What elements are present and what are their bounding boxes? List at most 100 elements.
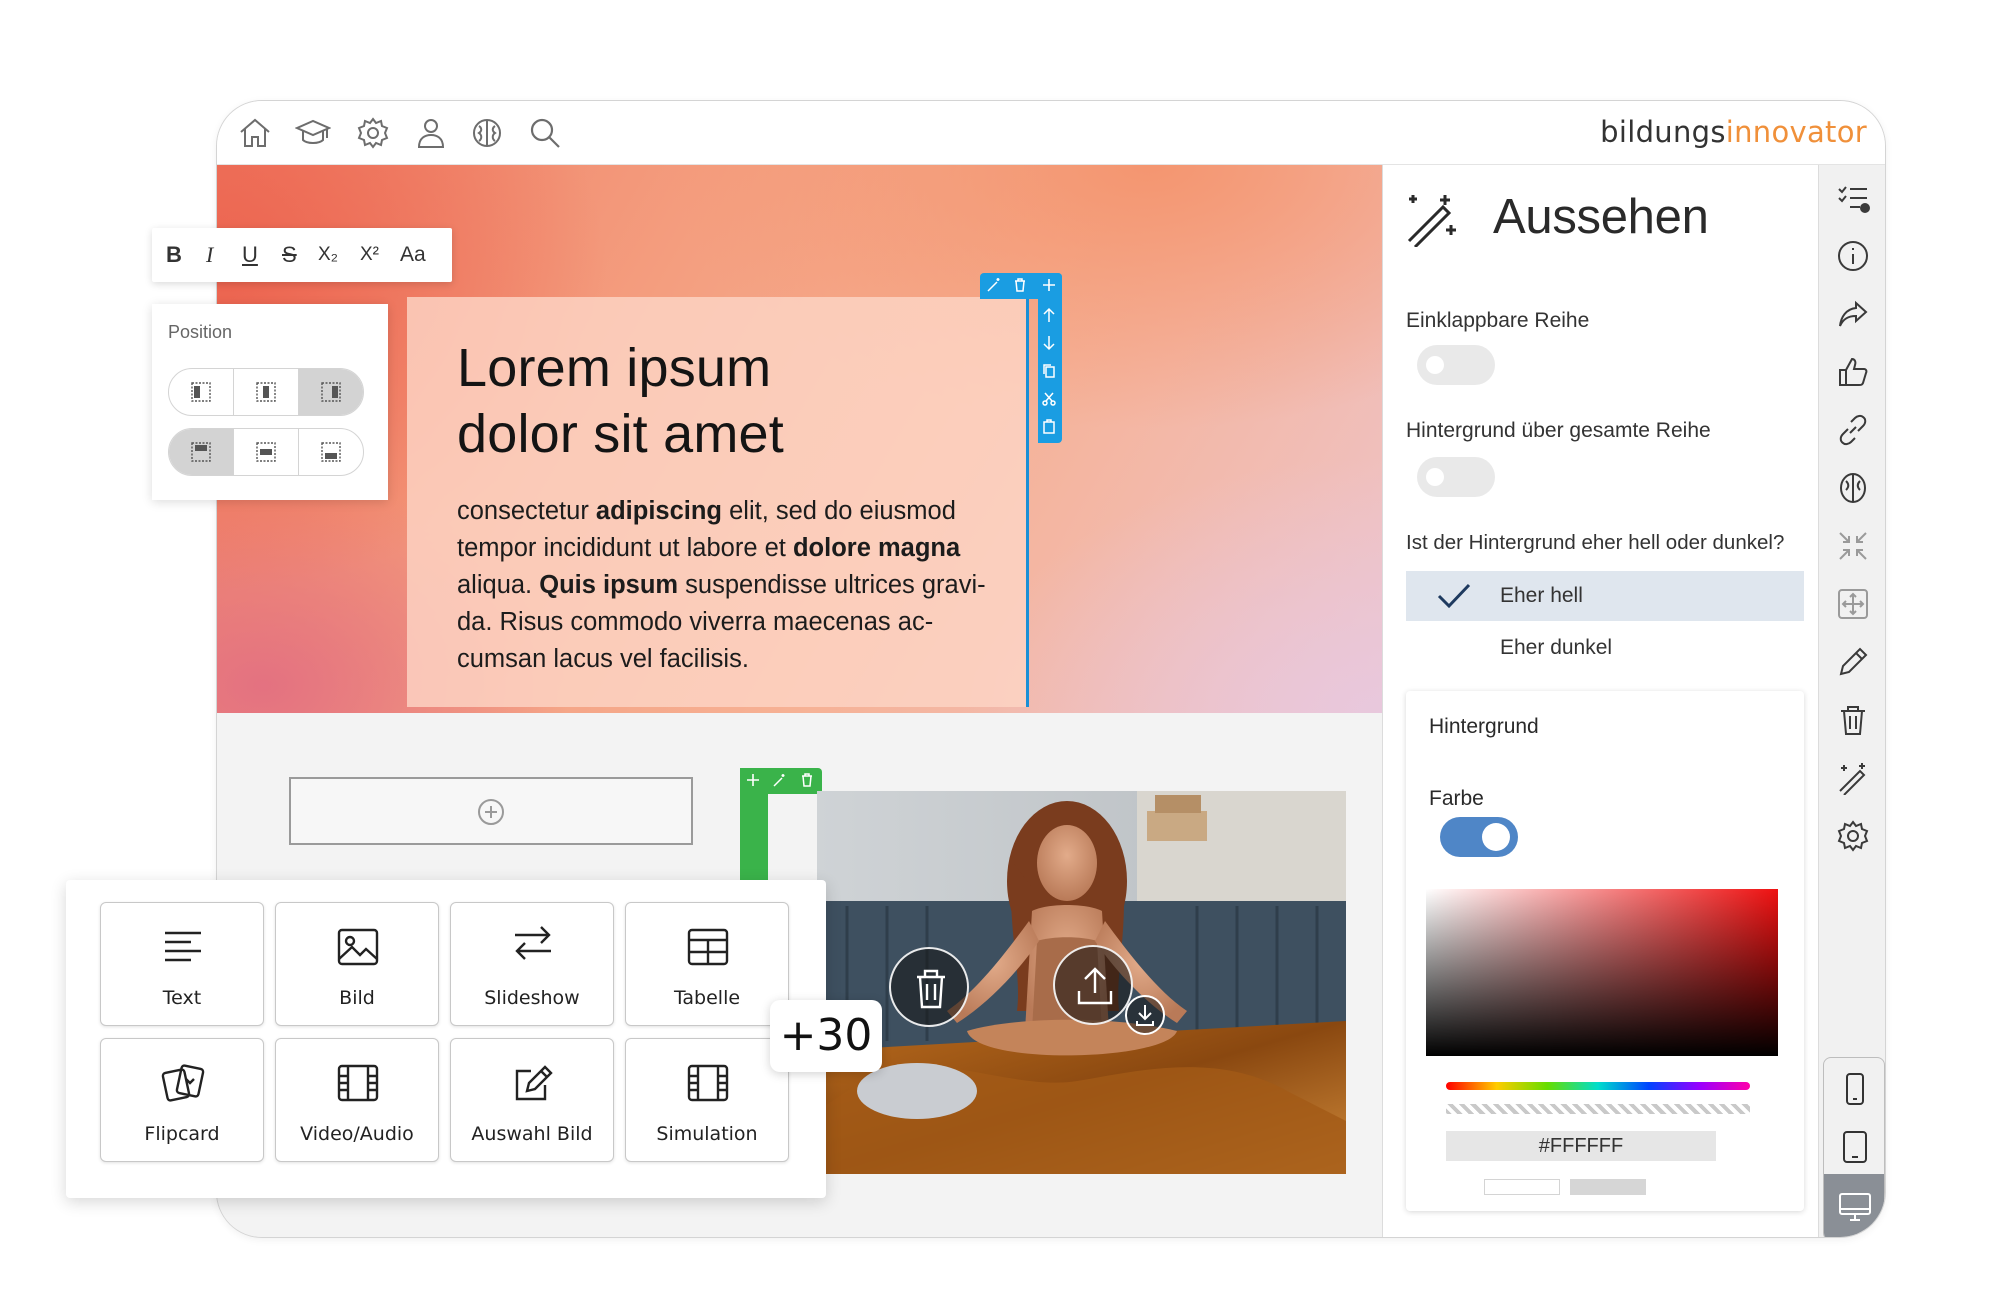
option-eher-dunkel[interactable]: Eher dunkel: [1406, 623, 1804, 673]
top-navigation-bar: bildungsinnovator: [217, 101, 1885, 165]
horizontal-position-group: [168, 368, 364, 416]
collapsible-row-toggle[interactable]: [1417, 345, 1495, 385]
font-button[interactable]: Aa: [400, 242, 426, 268]
brain-icon[interactable]: [1836, 471, 1870, 505]
superscript-button[interactable]: X²: [360, 242, 379, 268]
arrow-up-icon[interactable]: [1042, 307, 1056, 323]
device-preview-switcher: [1823, 1057, 1885, 1237]
shrink-icon[interactable]: [1836, 529, 1870, 563]
position-panel: Position: [152, 304, 388, 500]
component-tabelle[interactable]: Tabelle: [625, 902, 789, 1026]
info-icon[interactable]: [1836, 239, 1870, 273]
film-icon: [686, 1061, 730, 1105]
brand-logo[interactable]: bildungsinnovator: [1600, 115, 1867, 149]
download-image-button[interactable]: [1125, 995, 1165, 1035]
pencil-icon[interactable]: [1836, 645, 1870, 679]
paste-icon[interactable]: [1042, 419, 1056, 435]
plus-icon[interactable]: [746, 773, 760, 787]
content-image[interactable]: [817, 791, 1346, 1174]
trash-icon[interactable]: [1012, 277, 1028, 293]
hex-color-input[interactable]: #FFFFFF: [1446, 1131, 1716, 1161]
plus-circle-icon[interactable]: [477, 798, 505, 826]
delete-image-button[interactable]: [889, 947, 969, 1027]
plus-icon[interactable]: [1041, 277, 1057, 293]
upload-image-button[interactable]: [1053, 945, 1133, 1025]
align-bottom-button[interactable]: [299, 429, 363, 475]
desktop-icon[interactable]: [1838, 1190, 1872, 1224]
copy-icon[interactable]: [1042, 363, 1056, 379]
align-top-button[interactable]: [169, 429, 234, 475]
phone-icon[interactable]: [1840, 1072, 1870, 1106]
user-icon[interactable]: [413, 115, 449, 151]
hero-body-text[interactable]: consectetur adipiscing elit, sed do eius…: [457, 493, 997, 678]
trash-icon[interactable]: [800, 773, 814, 787]
trash-icon[interactable]: [1836, 703, 1870, 737]
color-preset-white[interactable]: [1484, 1179, 1560, 1195]
text-format-toolbar: B I U S X₂ X² Aa: [152, 228, 452, 282]
align-center-button[interactable]: [234, 369, 299, 415]
arrow-down-icon[interactable]: [1042, 335, 1056, 351]
block-toolbar-blue: [980, 273, 1062, 443]
magic-wand-icon: [1403, 191, 1459, 247]
option-eher-hell[interactable]: Eher hell: [1406, 571, 1804, 621]
flipcard-icon: [161, 1061, 205, 1105]
appearance-panel: Aussehen Einklappbare Reihe Hintergrund …: [1382, 165, 1818, 1237]
edit-image-icon: [511, 1061, 555, 1105]
magic-wand-icon[interactable]: [1836, 761, 1870, 795]
gear-icon[interactable]: [355, 115, 391, 151]
hero-title[interactable]: Lorem ipsum dolor sit amet: [457, 335, 977, 467]
magic-wand-icon[interactable]: [986, 277, 1002, 293]
color-picker-area[interactable]: [1426, 889, 1778, 1056]
thumbs-up-icon[interactable]: [1836, 355, 1870, 389]
home-icon[interactable]: [237, 115, 273, 151]
scissors-icon[interactable]: [1042, 391, 1056, 407]
component-slideshow[interactable]: Slideshow: [450, 902, 614, 1026]
alpha-slider[interactable]: [1446, 1104, 1750, 1114]
text-block[interactable]: Lorem ipsum dolor sit amet consectetur ad…: [407, 297, 1029, 707]
component-simulation[interactable]: Simulation: [625, 1038, 789, 1162]
graduation-cap-icon[interactable]: [295, 115, 331, 151]
tool-rail: [1818, 165, 1885, 1237]
checklist-icon[interactable]: [1836, 181, 1870, 215]
component-flipcard[interactable]: Flipcard: [100, 1038, 264, 1162]
underline-button[interactable]: U: [242, 242, 258, 268]
subscript-button[interactable]: X₂: [318, 242, 338, 268]
vertical-position-group: [168, 428, 364, 476]
trash-icon: [917, 969, 945, 1009]
bold-button[interactable]: B: [166, 242, 182, 268]
checkmark-icon: [1436, 581, 1472, 611]
brightness-question: Ist der Hintergrund eher hell oder dunke…: [1406, 531, 1785, 554]
upload-icon: [1077, 967, 1113, 1005]
background-settings-card: Hintergrund Farbe #FFFFFF: [1406, 691, 1804, 1211]
slideshow-arrows-icon: [511, 921, 555, 965]
align-right-button[interactable]: [299, 369, 363, 415]
align-left-button[interactable]: [169, 369, 234, 415]
brain-icon[interactable]: [469, 115, 505, 151]
link-icon[interactable]: [1836, 413, 1870, 447]
component-text[interactable]: Text: [100, 902, 264, 1026]
component-bild[interactable]: Bild: [275, 902, 439, 1026]
add-content-block[interactable]: [289, 777, 693, 845]
tablet-icon[interactable]: [1840, 1130, 1870, 1164]
component-auswahl-bild[interactable]: Auswahl Bild: [450, 1038, 614, 1162]
fullrow-background-label: Hintergrund über gesamte Reihe: [1406, 419, 1711, 442]
share-icon[interactable]: [1836, 297, 1870, 331]
align-middle-button[interactable]: [234, 429, 299, 475]
color-label: Farbe: [1429, 787, 1484, 810]
gear-icon[interactable]: [1836, 819, 1870, 853]
move-icon[interactable]: [1836, 587, 1870, 621]
color-toggle[interactable]: [1440, 817, 1518, 857]
text-lines-icon: [161, 925, 205, 969]
magic-wand-icon[interactable]: [773, 773, 787, 787]
search-icon[interactable]: [527, 115, 563, 151]
background-title: Hintergrund: [1429, 715, 1539, 738]
more-components-badge[interactable]: +30: [770, 1000, 882, 1072]
position-title: Position: [168, 322, 233, 342]
table-icon: [686, 925, 730, 969]
color-preset-grey[interactable]: [1570, 1179, 1646, 1195]
fullrow-background-toggle[interactable]: [1417, 457, 1495, 497]
italic-button[interactable]: I: [206, 242, 213, 268]
component-video-audio[interactable]: Video/Audio: [275, 1038, 439, 1162]
hue-slider[interactable]: [1446, 1082, 1750, 1090]
strikethrough-button[interactable]: S: [282, 242, 297, 268]
